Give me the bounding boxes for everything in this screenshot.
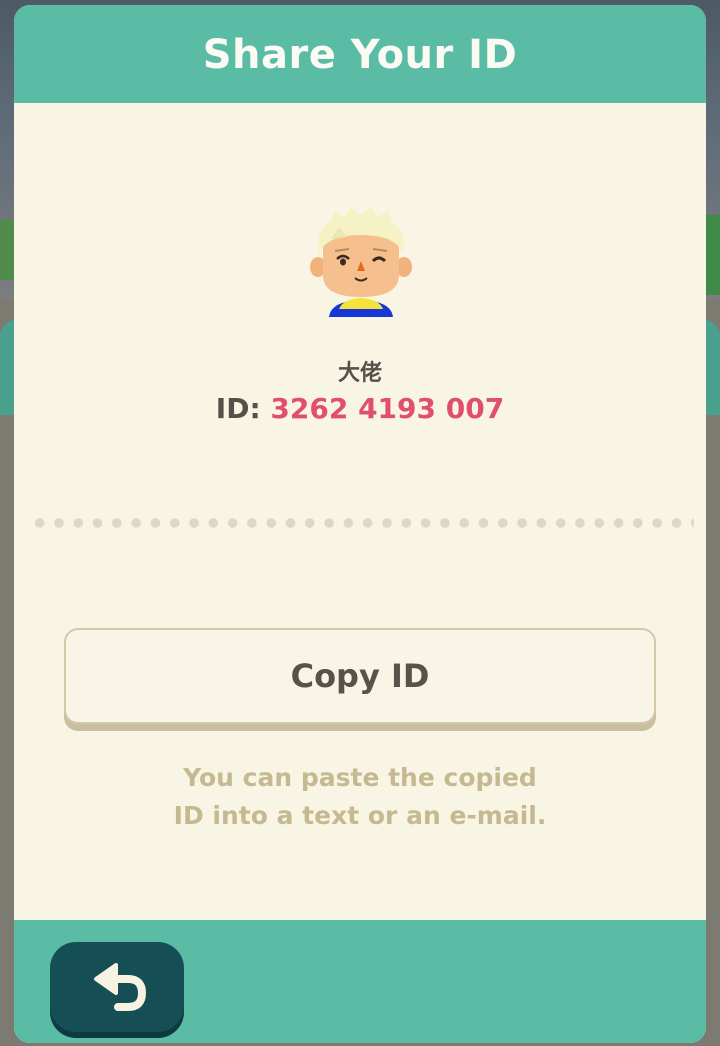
- copy-hint-line-2: ID into a text or an e-mail.: [173, 801, 547, 830]
- player-name: 大佬: [337, 361, 382, 386]
- share-id-dialog: Share Your ID 大佬 ID: 3262 4193 007 Copy …: [14, 5, 706, 1043]
- dialog-header: Share Your ID: [14, 5, 706, 103]
- copy-id-label: Copy ID: [290, 657, 430, 695]
- copy-hint: You can paste the copied ID into a text …: [14, 759, 706, 835]
- dialog-footer: [14, 920, 706, 1043]
- player-avatar: [309, 205, 413, 325]
- avatar-icon: [310, 207, 412, 317]
- copy-id-button[interactable]: Copy ID: [64, 628, 656, 724]
- player-id-line: ID: 3262 4193 007: [14, 392, 706, 425]
- dotted-divider: [30, 517, 694, 529]
- back-arrow-icon: [94, 963, 146, 1011]
- id-label: ID:: [215, 392, 261, 425]
- dialog-title: Share Your ID: [202, 32, 518, 78]
- copy-hint-line-1: You can paste the copied: [183, 763, 537, 792]
- id-value: 3262 4193 007: [270, 392, 505, 425]
- back-button[interactable]: [50, 942, 184, 1032]
